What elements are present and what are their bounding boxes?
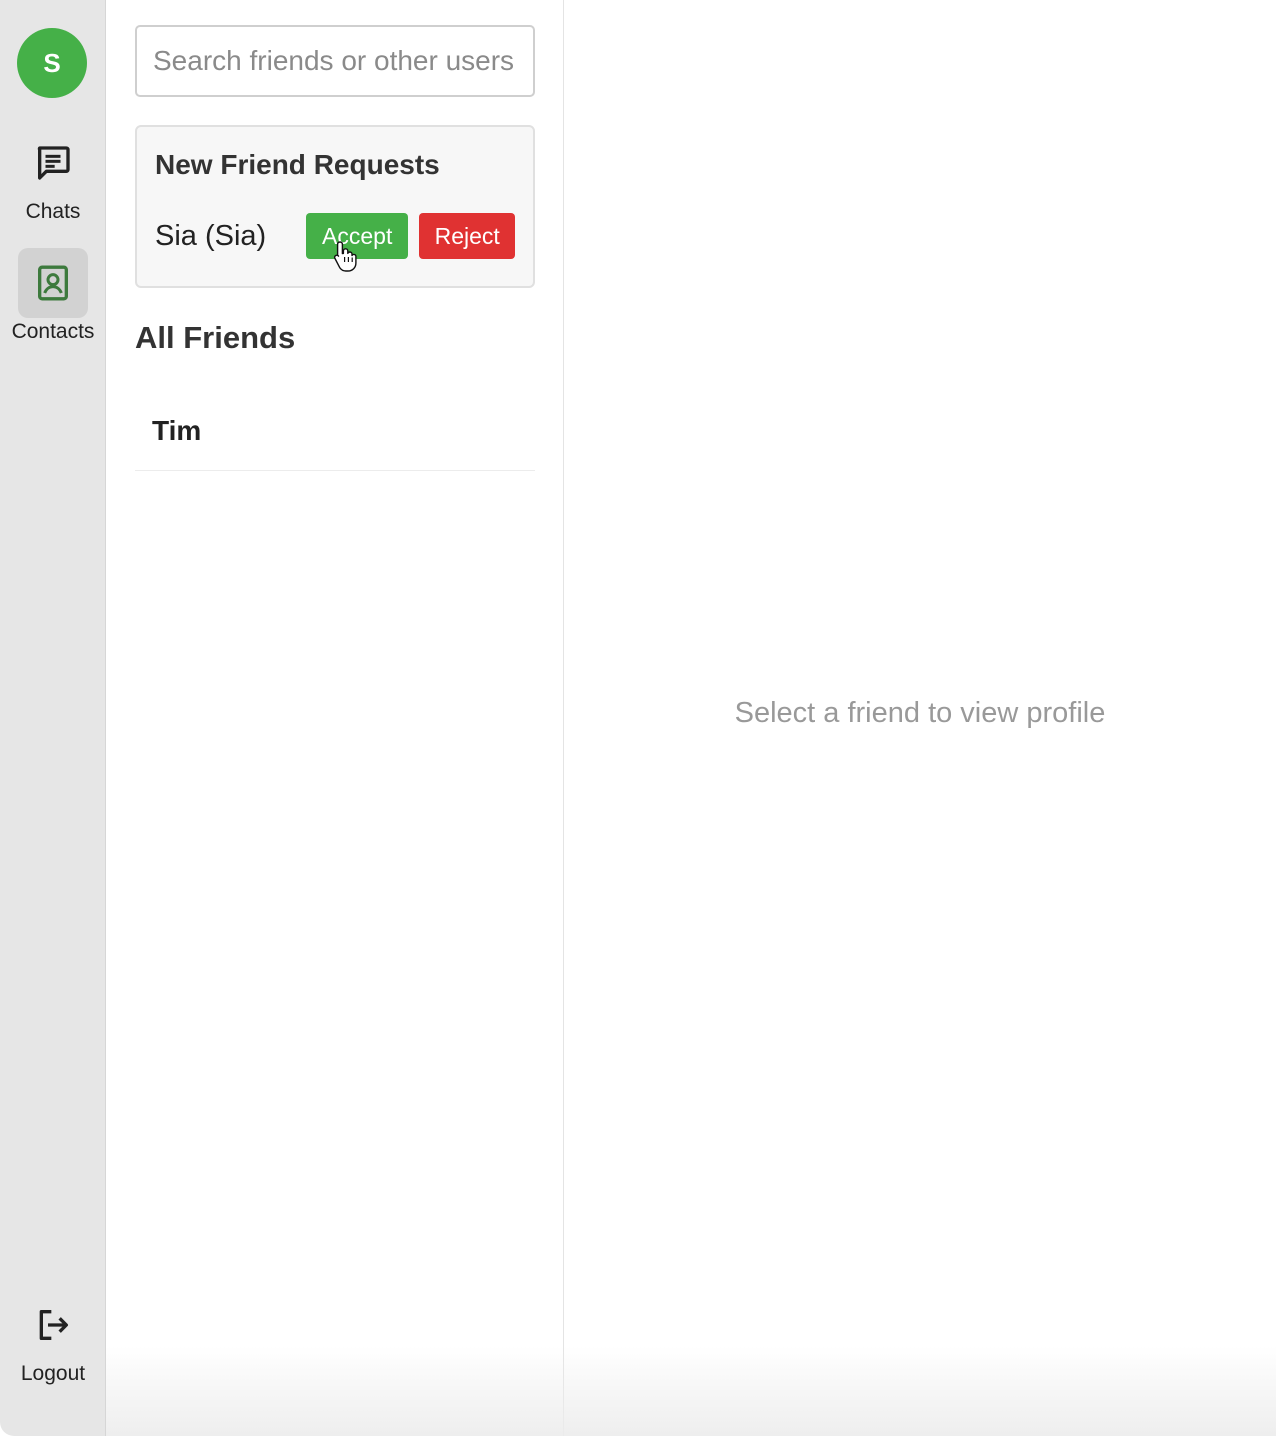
reject-button[interactable]: Reject [419, 213, 515, 259]
profile-panel: Select a friend to view profile [564, 0, 1276, 1436]
contacts-panel: New Friend Requests Sia (Sia) Accept Rej… [106, 0, 564, 1436]
nav-rail: S Chats Contacts Logout [0, 0, 106, 1436]
nav-label-contacts: Contacts [11, 320, 95, 343]
chat-bubble-icon [18, 128, 88, 198]
contact-card-icon [18, 248, 88, 318]
friend-list-item[interactable]: Tim [135, 392, 535, 471]
app-window: S Chats Contacts Logout Search friends o… [0, 0, 1276, 1436]
friend-requests-card: New Friend Requests Sia (Sia) Accept Rej… [135, 125, 535, 288]
accept-button[interactable]: Accept [305, 213, 409, 259]
avatar[interactable]: S [17, 28, 87, 98]
nav-item-contacts[interactable]: Contacts [0, 248, 106, 344]
friend-requests-title: New Friend Requests [155, 149, 440, 180]
friend-request-name: Sia (Sia) [155, 219, 267, 252]
profile-placeholder: Select a friend to view profile [734, 697, 1106, 729]
friend-request-row: Sia (Sia) Accept Reject [155, 213, 515, 259]
nav-item-logout[interactable]: Logout [0, 1290, 106, 1386]
nav-label-logout: Logout [20, 1362, 86, 1385]
nav-label-chats: Chats [25, 200, 81, 223]
logout-icon [18, 1290, 88, 1360]
nav-item-chats[interactable]: Chats [0, 128, 106, 224]
all-friends-title: All Friends [135, 320, 296, 355]
search-input[interactable] [135, 25, 535, 97]
